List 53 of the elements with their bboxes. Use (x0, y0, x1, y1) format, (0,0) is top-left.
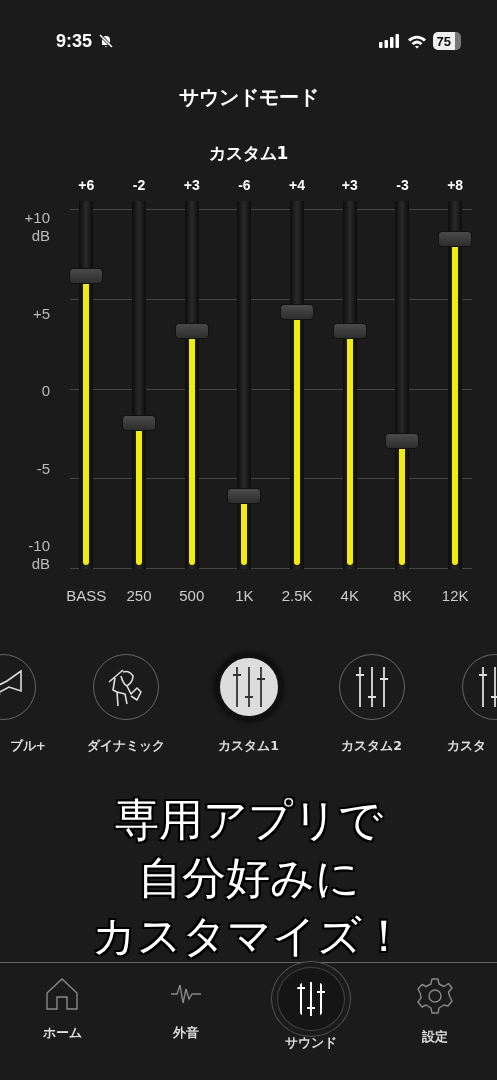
sound-mode-label: ダイナミック (86, 738, 165, 755)
preset-name: カスタム1 (207, 142, 290, 165)
sound-mode-label: カスタ (447, 738, 486, 755)
band-value: +8 (446, 177, 465, 193)
wifi-icon (406, 33, 427, 49)
axis-label: 0 (40, 382, 51, 400)
band-value: +4 (288, 177, 307, 193)
sound-mode-label: カスタム2 (341, 738, 402, 755)
caption-text: 専用アプリで (114, 793, 383, 847)
axis-label: +5 (31, 304, 51, 323)
sliders-icon (231, 665, 266, 709)
nav-tab[interactable]: 外音 (173, 1025, 200, 1042)
sound-mode-label: カスタム1 (218, 738, 279, 755)
slider-thumb[interactable] (122, 414, 157, 431)
band-label: BASS (65, 587, 108, 604)
band-value: -3 (395, 177, 410, 193)
sound-mode-label: ブル+ (9, 738, 46, 755)
nav-tab[interactable]: ホーム (42, 1025, 82, 1042)
band-label: 4K (339, 587, 360, 604)
band-label: 8K (392, 587, 413, 604)
slider-thumb[interactable] (227, 488, 262, 505)
screen-title: サウンドモード (177, 84, 320, 111)
band-value: +3 (340, 177, 359, 193)
band-value: -2 (131, 177, 147, 193)
nav-tab[interactable]: 設定 (421, 1029, 448, 1046)
band-value: +3 (182, 177, 201, 193)
slider-thumb[interactable] (174, 322, 209, 339)
settings-icon[interactable] (415, 977, 454, 1015)
band-value: -6 (237, 177, 252, 193)
band-value: +6 (77, 177, 96, 193)
axis-label: +10 dB (23, 209, 51, 245)
slider-thumb[interactable] (385, 433, 420, 450)
slider-thumb[interactable] (69, 267, 104, 284)
slider-thumb[interactable] (332, 322, 367, 339)
slider-thumb[interactable] (438, 230, 473, 247)
battery-indicator: 75 (432, 32, 461, 50)
caption-text: カスタマイズ！ (91, 909, 406, 963)
band-label: 12K (440, 587, 470, 604)
signal-icon (378, 34, 401, 48)
nav-tab[interactable]: サウンド (284, 1035, 337, 1052)
band-label: 500 (178, 587, 206, 604)
bell-slash-icon (98, 33, 115, 49)
band-label: 1K (234, 587, 255, 604)
axis-label: -5 (35, 459, 51, 478)
sound-mode-button[interactable] (215, 654, 282, 720)
caption-text: 自分好みに (137, 851, 360, 905)
band-label: 250 (125, 587, 153, 604)
slider-thumb[interactable] (280, 304, 315, 321)
band-label: 2.5K (280, 587, 314, 604)
status-time: 9:35 (56, 30, 93, 52)
home-icon[interactable] (45, 977, 80, 1011)
sliders-icon (354, 665, 389, 709)
axis-label: -10 dB (27, 537, 51, 573)
